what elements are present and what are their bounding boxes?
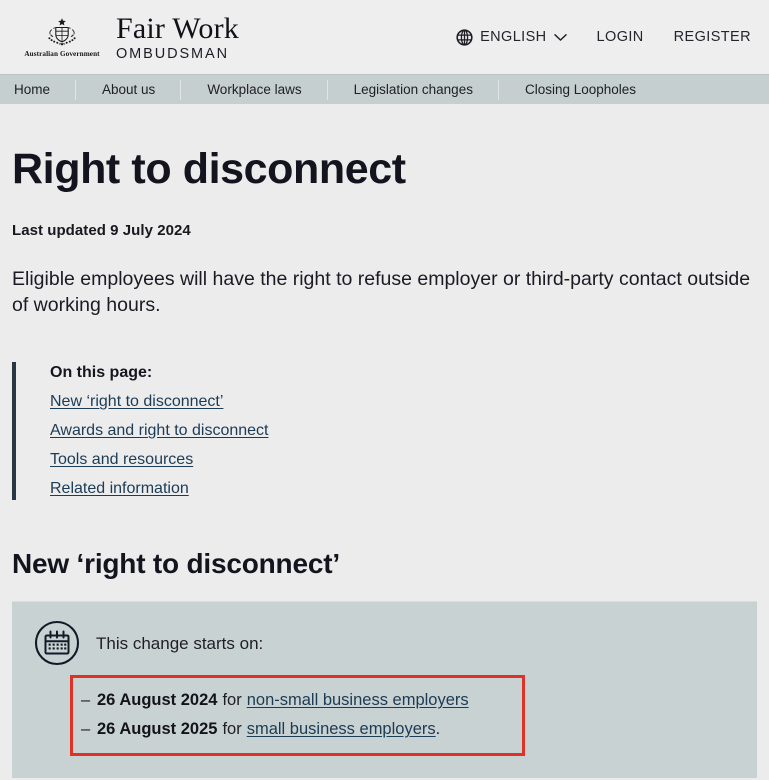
- start-date-value: 26 August 2025: [97, 720, 218, 739]
- nav-item-workplace-laws[interactable]: Workplace laws: [207, 75, 328, 105]
- start-date-connector: for: [222, 691, 242, 710]
- primary-navigation: Home About us Workplace laws Legislation…: [0, 74, 769, 104]
- start-date-value: 26 August 2024: [97, 691, 218, 710]
- start-date-row: – 26 August 2025 for small business empl…: [81, 715, 508, 744]
- callout-header: This change starts on:: [34, 620, 737, 666]
- callout-heading-text: This change starts on:: [96, 634, 264, 654]
- on-this-page-link-awards-and-right-to-disconnect[interactable]: Awards and right to disconnect: [50, 422, 269, 440]
- header-utility-nav: ENGLISH LOGIN REGISTER: [456, 28, 757, 46]
- site-header: Australian Government Fair Work OMBUDSMA…: [0, 0, 769, 74]
- change-start-callout: This change starts on: – 26 August 2024 …: [12, 601, 757, 778]
- page-title: Right to disconnect: [12, 145, 406, 193]
- on-this-page-box: On this page: New ‘right to disconnect’ …: [12, 362, 757, 501]
- on-this-page-link-related-information[interactable]: Related information: [50, 480, 189, 498]
- wordmark-secondary: OMBUDSMAN: [116, 46, 229, 62]
- start-date-period: .: [435, 720, 441, 739]
- list-dash: –: [81, 691, 91, 710]
- login-link[interactable]: LOGIN: [597, 29, 644, 45]
- start-date-row: – 26 August 2024 for non-small business …: [81, 686, 508, 715]
- site-brand[interactable]: Australian Government Fair Work OMBUDSMA…: [24, 11, 239, 62]
- register-link[interactable]: REGISTER: [674, 29, 751, 45]
- nav-item-closing-loopholes[interactable]: Closing Loopholes: [525, 75, 636, 105]
- non-small-business-employers-link[interactable]: non-small business employers: [247, 688, 469, 713]
- crest-label: Australian Government: [24, 49, 100, 58]
- nav-item-home[interactable]: Home: [14, 75, 77, 105]
- on-this-page-link-new-right-to-disconnect[interactable]: New ‘right to disconnect’: [50, 393, 223, 411]
- nav-item-legislation-changes[interactable]: Legislation changes: [354, 75, 500, 105]
- australian-coat-of-arms-icon: [42, 17, 82, 49]
- language-selector[interactable]: ENGLISH: [456, 28, 567, 46]
- language-label: ENGLISH: [480, 29, 547, 45]
- list-dash: –: [81, 720, 91, 739]
- calendar-icon: [34, 620, 80, 666]
- main-content: Right to disconnect Last updated 9 July …: [0, 146, 769, 778]
- nav-item-about-us[interactable]: About us: [102, 75, 182, 105]
- last-updated-text: Last updated 9 July 2024: [12, 222, 191, 240]
- section-heading: New ‘right to disconnect’: [12, 548, 340, 580]
- on-this-page-link-tools-and-resources[interactable]: Tools and resources: [50, 451, 193, 469]
- intro-paragraph: Eligible employees will have the right t…: [12, 268, 751, 317]
- small-business-employers-link[interactable]: small business employers: [247, 717, 436, 742]
- globe-icon: [456, 28, 473, 46]
- chevron-down-icon: [553, 33, 567, 42]
- on-this-page-title: On this page:: [50, 364, 153, 382]
- fair-work-wordmark: Fair Work OMBUDSMAN: [116, 11, 239, 62]
- start-dates-highlight-box: – 26 August 2024 for non-small business …: [70, 675, 525, 756]
- wordmark-primary: Fair Work: [116, 11, 239, 45]
- start-date-connector: for: [222, 720, 242, 739]
- australian-government-crest: Australian Government: [24, 17, 100, 58]
